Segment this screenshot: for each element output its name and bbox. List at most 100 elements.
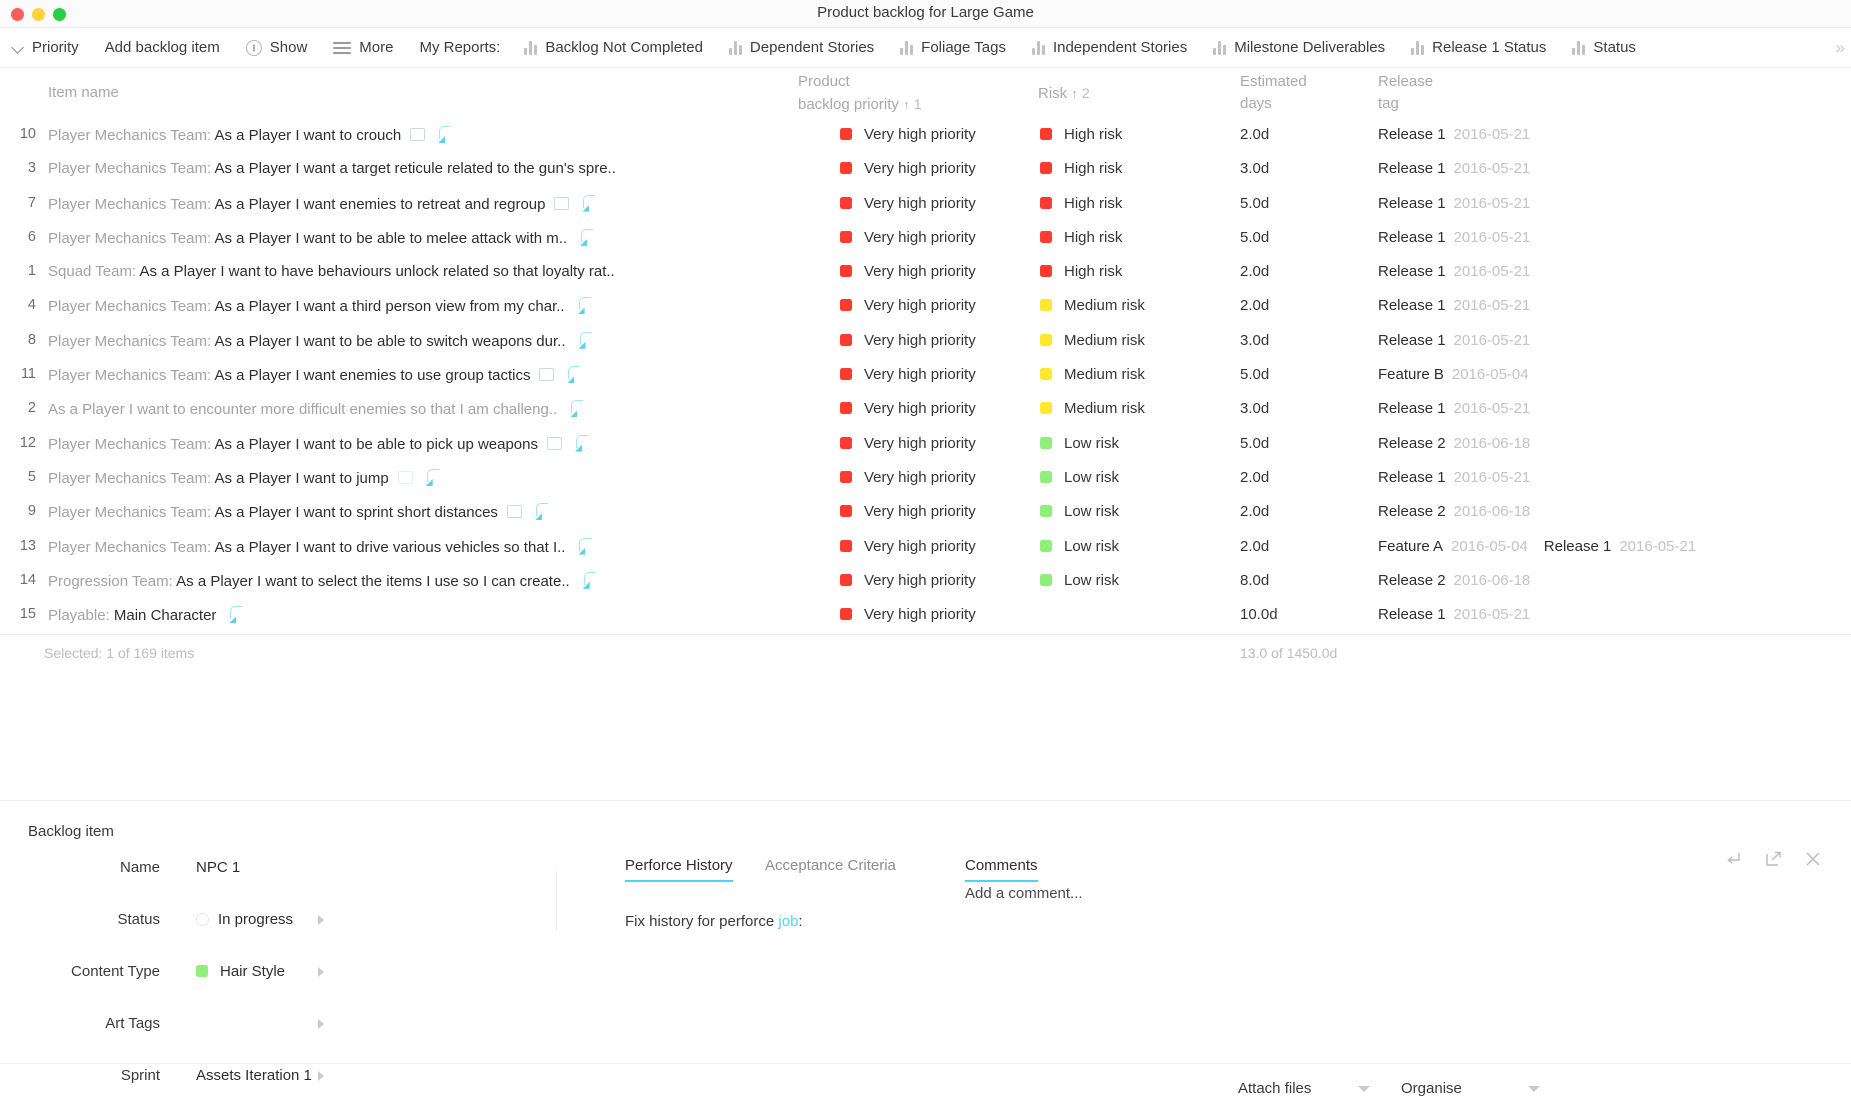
row-priority[interactable]: Very high priority xyxy=(840,160,976,177)
row-priority[interactable]: Very high priority xyxy=(840,126,976,143)
release-tag[interactable]: Release 2 2016-06-18 xyxy=(1378,503,1530,520)
row-release-tags[interactable]: Release 2 2016-06-18 xyxy=(1378,572,1546,589)
row-estimated-days[interactable]: 2.0d xyxy=(1240,126,1269,143)
row-release-tags[interactable]: Feature A 2016-05-04 Release 1 2016-05-21 xyxy=(1378,538,1712,555)
row-item-name[interactable]: Player Mechanics Team: As a Player I wan… xyxy=(48,126,453,144)
table-row[interactable]: 10 Player Mechanics Team: As a Player I w… xyxy=(0,120,1851,154)
row-risk[interactable]: Low risk xyxy=(1040,538,1119,555)
row-release-tags[interactable]: Release 1 2016-05-21 xyxy=(1378,195,1546,212)
row-item-name[interactable]: Player Mechanics Team: As a Player I wan… xyxy=(48,366,582,384)
row-release-tags[interactable]: Feature B 2016-05-04 xyxy=(1378,366,1545,383)
release-tag[interactable]: Release 1 2016-05-21 xyxy=(1544,538,1696,555)
toolbar-overflow-button[interactable]: » xyxy=(1836,38,1846,58)
dependency-link-icon[interactable] xyxy=(582,571,598,590)
row-priority[interactable]: Very high priority xyxy=(840,400,976,417)
report-foliage-tags[interactable]: Foliage Tags xyxy=(900,39,1006,56)
release-tag[interactable]: Release 1 2016-05-21 xyxy=(1378,263,1530,280)
note-icon[interactable] xyxy=(539,368,555,382)
row-estimated-days[interactable]: 2.0d xyxy=(1240,297,1269,314)
report-dependent-stories[interactable]: Dependent Stories xyxy=(728,39,874,56)
table-row[interactable]: 15 Playable: Main Character Very high prio… xyxy=(0,600,1851,634)
note-icon[interactable] xyxy=(397,470,413,484)
field-expand-caret-icon[interactable] xyxy=(318,1019,324,1029)
row-item-name[interactable]: Squad Team: As a Player I want to have b… xyxy=(48,263,615,280)
close-icon[interactable] xyxy=(1803,849,1823,869)
table-row[interactable]: 9 Player Mechanics Team: As a Player I wa… xyxy=(0,497,1851,531)
release-tag[interactable]: Release 2 2016-06-18 xyxy=(1378,572,1530,589)
row-priority[interactable]: Very high priority xyxy=(840,229,976,246)
row-risk[interactable]: Medium risk xyxy=(1040,400,1145,417)
dependency-link-icon[interactable] xyxy=(578,331,594,350)
detail-field-value[interactable]: In progress xyxy=(196,911,293,928)
dependency-link-icon[interactable] xyxy=(569,400,585,418)
dependency-link-icon[interactable] xyxy=(228,606,244,624)
release-tag[interactable]: Release 1 2016-05-21 xyxy=(1378,229,1530,246)
row-release-tags[interactable]: Release 2 2016-06-18 xyxy=(1378,503,1546,520)
row-item-name[interactable]: Player Mechanics Team: As a Player I wan… xyxy=(48,503,550,521)
row-release-tags[interactable]: Release 1 2016-05-21 xyxy=(1378,400,1546,417)
field-expand-caret-icon[interactable] xyxy=(318,967,324,977)
report-independent-stories[interactable]: Independent Stories xyxy=(1031,39,1187,56)
row-estimated-days[interactable]: 3.0d xyxy=(1240,400,1269,417)
table-row[interactable]: 3 Player Mechanics Team: As a Player I wa… xyxy=(0,154,1851,188)
table-row[interactable]: 11 Player Mechanics Team: As a Player I w… xyxy=(0,360,1851,394)
row-estimated-days[interactable]: 3.0d xyxy=(1240,160,1269,177)
column-header-release-tag[interactable]: Release tag xyxy=(1378,71,1433,115)
row-priority[interactable]: Very high priority xyxy=(840,538,976,555)
row-release-tags[interactable]: Release 1 2016-05-21 xyxy=(1378,126,1546,143)
row-risk[interactable]: Low risk xyxy=(1040,572,1119,589)
dependency-link-icon[interactable] xyxy=(581,194,597,213)
report-milestone-deliverables[interactable]: Milestone Deliverables xyxy=(1213,39,1385,56)
row-risk[interactable]: Low risk xyxy=(1040,469,1119,486)
row-estimated-days[interactable]: 2.0d xyxy=(1240,469,1269,486)
row-item-name[interactable]: Player Mechanics Team: As a Player I wan… xyxy=(48,537,593,556)
add-backlog-item-button[interactable]: Add backlog item xyxy=(105,39,220,56)
tab-comments[interactable]: Comments xyxy=(965,857,1038,882)
row-priority[interactable]: Very high priority xyxy=(840,435,976,452)
row-estimated-days[interactable]: 5.0d xyxy=(1240,366,1269,383)
table-row[interactable]: 1 Squad Team: As a Player I want to have … xyxy=(0,257,1851,291)
release-tag[interactable]: Release 1 2016-05-21 xyxy=(1378,400,1530,417)
row-item-name[interactable]: Player Mechanics Team: As a Player I wan… xyxy=(48,297,593,315)
row-estimated-days[interactable]: 3.0d xyxy=(1240,332,1269,349)
table-row[interactable]: 5 Player Mechanics Team: As a Player I wa… xyxy=(0,463,1851,497)
attach-files-button[interactable]: Attach files xyxy=(1238,1080,1311,1097)
dependency-link-icon[interactable] xyxy=(577,297,593,315)
row-item-name[interactable]: Player Mechanics Team: As a Player I wan… xyxy=(48,331,594,350)
show-button[interactable]: Show xyxy=(245,39,307,56)
dependency-link-icon[interactable] xyxy=(534,503,550,521)
row-risk[interactable]: High risk xyxy=(1040,126,1122,143)
dependency-link-icon[interactable] xyxy=(577,537,593,556)
report-release-1-status[interactable]: Release 1 Status xyxy=(1411,39,1546,56)
row-priority[interactable]: Very high priority xyxy=(840,332,976,349)
row-estimated-days[interactable]: 5.0d xyxy=(1240,229,1269,246)
row-release-tags[interactable]: Release 1 2016-05-21 xyxy=(1378,229,1546,246)
release-tag[interactable]: Release 1 2016-05-21 xyxy=(1378,195,1530,212)
detail-field-value[interactable]: NPC 1 xyxy=(196,859,240,876)
row-priority[interactable]: Very high priority xyxy=(840,606,976,623)
tab-perforce-history[interactable]: Perforce History xyxy=(625,857,733,882)
row-item-name[interactable]: Player Mechanics Team: As a Player I wan… xyxy=(48,228,595,247)
release-tag[interactable]: Release 1 2016-05-21 xyxy=(1378,332,1530,349)
table-row[interactable]: 12 Player Mechanics Team: As a Player I w… xyxy=(0,429,1851,463)
column-header-risk[interactable]: Risk ↑ 2 xyxy=(1038,82,1090,105)
table-row[interactable]: 13 Player Mechanics Team: As a Player I w… xyxy=(0,532,1851,566)
report-status[interactable]: Status xyxy=(1572,39,1636,56)
note-icon[interactable] xyxy=(547,436,562,450)
column-header-product-backlog-priority[interactable]: Product backlog priority ↑ 1 xyxy=(798,71,922,116)
release-tag[interactable]: Release 1 2016-05-21 xyxy=(1378,160,1530,177)
dependency-link-icon[interactable] xyxy=(566,366,582,384)
row-estimated-days[interactable]: 5.0d xyxy=(1240,435,1269,452)
dependency-link-icon[interactable] xyxy=(425,468,441,487)
row-release-tags[interactable]: Release 1 2016-05-21 xyxy=(1378,160,1546,177)
row-item-name[interactable]: Player Mechanics Team: As a Player I wan… xyxy=(48,160,616,177)
add-comment-input[interactable]: Add a comment... xyxy=(965,885,1083,902)
table-row[interactable]: 7 Player Mechanics Team: As a Player I wa… xyxy=(0,189,1851,223)
detail-field-value[interactable]: Hair Style xyxy=(196,963,285,980)
release-tag[interactable]: Release 1 2016-05-21 xyxy=(1378,297,1530,314)
column-header-estimated-days[interactable]: Estimated days xyxy=(1240,71,1307,115)
row-item-name[interactable]: Player Mechanics Team: As a Player I wan… xyxy=(48,434,590,453)
expand-icon[interactable] xyxy=(1763,849,1783,869)
row-estimated-days[interactable]: 2.0d xyxy=(1240,503,1269,520)
row-risk[interactable]: High risk xyxy=(1040,195,1122,212)
